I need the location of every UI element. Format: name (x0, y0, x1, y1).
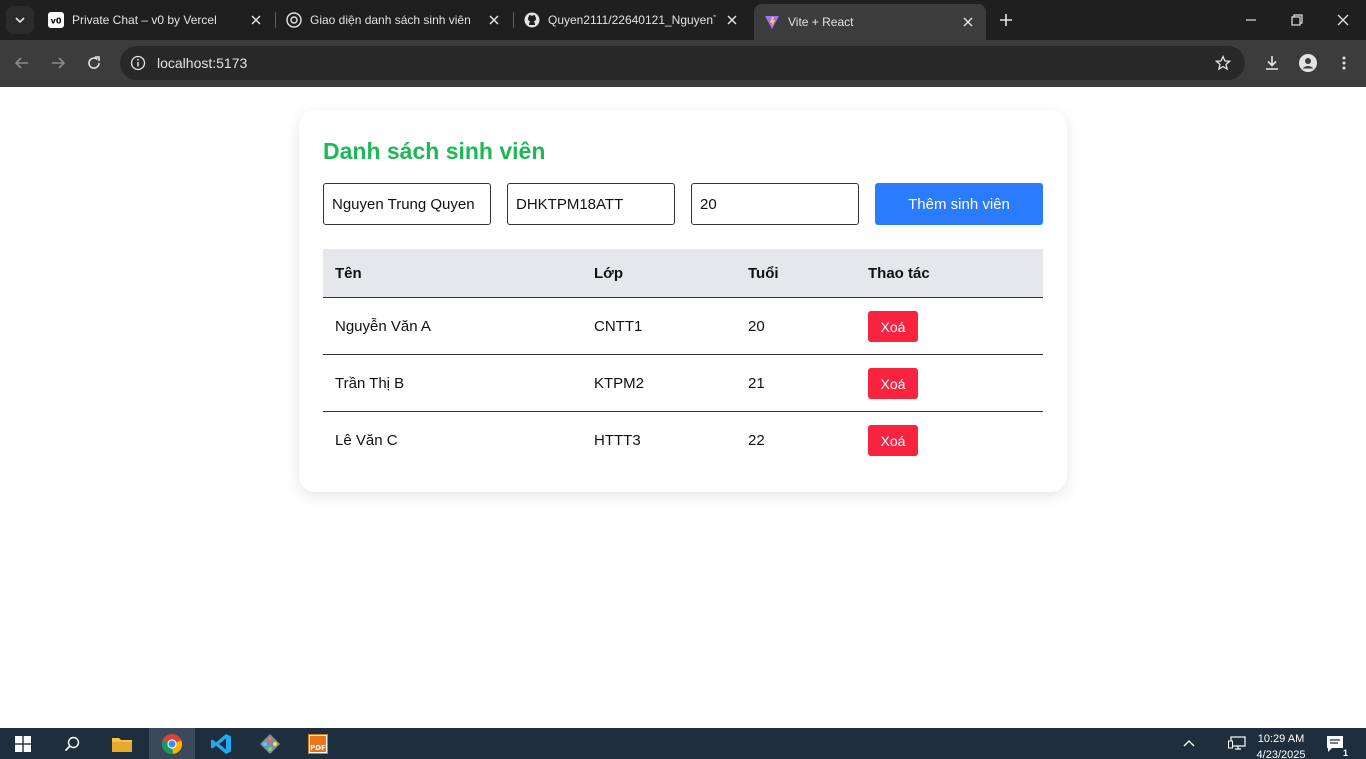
minimize-button[interactable] (1228, 0, 1274, 40)
tab-title: Vite + React (788, 15, 854, 29)
profile-button[interactable] (1294, 49, 1322, 77)
notification-icon (1327, 735, 1343, 752)
chatgpt-icon (286, 12, 302, 28)
delete-button[interactable]: Xoá (868, 425, 918, 456)
arrow-left-icon (14, 57, 28, 69)
tab-private-chat[interactable]: v0 Private Chat – v0 by Vercel (38, 4, 274, 36)
taskbar-chrome[interactable] (149, 728, 195, 759)
chevron-down-icon (15, 17, 25, 24)
svg-text:PDF: PDF (310, 744, 326, 752)
vite-icon (764, 14, 780, 30)
taskbar-file-explorer[interactable] (99, 728, 145, 759)
network-button[interactable] (1224, 728, 1250, 759)
cell-age: 21 (748, 375, 765, 392)
student-table: Tên Lớp Tuổi Thao tác Nguyễn Văn A CNTT1… (323, 249, 1043, 469)
student-list-card: Danh sách sinh viên Thêm sinh viên Tên L… (299, 110, 1067, 492)
more-vertical-icon (1342, 56, 1346, 70)
cell-class: HTTT3 (594, 432, 641, 449)
windows-taskbar: PDF 10:29 AM 4/23/2025 1 (0, 728, 1366, 759)
chrome-icon (161, 733, 183, 754)
url-text[interactable]: localhost:5173 (157, 55, 247, 71)
close-icon[interactable] (486, 12, 502, 28)
age-input[interactable] (691, 183, 859, 225)
tab-title: Private Chat – v0 by Vercel (72, 13, 217, 27)
browser-tab-strip: v0 Private Chat – v0 by Vercel Giao diện… (0, 0, 1366, 40)
pdf-icon: PDF (308, 733, 328, 754)
reload-icon (88, 56, 100, 69)
github-icon (524, 12, 540, 28)
downloads-button[interactable] (1258, 49, 1286, 77)
bookmark-star-icon[interactable] (1213, 53, 1233, 73)
table-row: Nguyễn Văn A CNTT1 20 Xoá (323, 298, 1043, 355)
tab-title: Quyen2111/22640121_NguyenT (548, 13, 716, 27)
tab-giao-dien[interactable]: Giao diện danh sách sinh viên (276, 4, 512, 36)
address-bar[interactable]: localhost:5173 (120, 46, 1245, 80)
close-icon[interactable] (724, 12, 740, 28)
forward-button[interactable] (43, 48, 73, 78)
header-age: Tuổi (748, 265, 779, 282)
header-name: Tên (335, 265, 362, 282)
tab-title: Giao diện danh sách sinh viên (310, 13, 471, 27)
taskbar-vscode[interactable] (198, 728, 244, 759)
restore-button[interactable] (1274, 0, 1320, 40)
v0-icon: v0 (48, 12, 64, 28)
clock-time: 10:29 AM (1257, 733, 1305, 745)
cell-age: 22 (748, 432, 765, 449)
taskbar-search-button[interactable] (49, 728, 95, 759)
reload-button[interactable] (79, 48, 109, 78)
arrow-right-icon (52, 57, 66, 69)
table-row: Lê Văn C HTTT3 22 Xoá (323, 412, 1043, 469)
tab-search-button[interactable] (6, 6, 34, 34)
start-button[interactable] (0, 728, 46, 759)
class-input[interactable] (507, 183, 675, 225)
cell-name: Trần Thị B (335, 375, 405, 392)
vscode-icon (211, 733, 231, 754)
back-button[interactable] (7, 48, 37, 78)
add-student-button[interactable]: Thêm sinh viên (875, 183, 1043, 225)
close-icon (1337, 14, 1349, 26)
network-icon (1228, 735, 1246, 750)
name-input[interactable] (323, 183, 491, 225)
page-title: Danh sách sinh viên (323, 138, 546, 164)
tab-github[interactable]: Quyen2111/22640121_NguyenT (514, 4, 750, 36)
close-icon[interactable] (960, 14, 976, 30)
profile-icon (1299, 54, 1317, 72)
delete-button[interactable]: Xoá (868, 368, 918, 399)
notification-count: 1 (1342, 748, 1348, 758)
git-app-icon (260, 733, 280, 754)
new-tab-button[interactable] (994, 8, 1018, 32)
cell-class: KTPM2 (594, 375, 645, 392)
restore-icon (1291, 14, 1303, 26)
close-window-button[interactable] (1320, 0, 1366, 40)
header-class: Lớp (594, 265, 623, 282)
svg-text:v0: v0 (51, 17, 62, 26)
clock-date: 4/23/2025 (1256, 749, 1306, 759)
header-actions: Thao tác (868, 265, 930, 282)
minimize-icon (1246, 19, 1256, 21)
tab-vite-react[interactable]: Vite + React (754, 4, 986, 40)
table-header: Tên Lớp Tuổi Thao tác (323, 249, 1043, 298)
taskbar-git-app[interactable] (247, 728, 293, 759)
browser-menu-button[interactable] (1330, 49, 1358, 77)
cell-name: Nguyễn Văn A (335, 318, 431, 335)
site-info-icon[interactable] (128, 53, 148, 73)
search-icon (64, 736, 80, 751)
plus-icon (1000, 14, 1012, 26)
taskbar-clock[interactable]: 10:29 AM 4/23/2025 (1248, 731, 1314, 759)
table-row: Trần Thị B KTPM2 21 Xoá (323, 355, 1043, 412)
download-icon (1266, 56, 1278, 70)
notification-button[interactable]: 1 (1320, 728, 1350, 759)
cell-class: CNTT1 (594, 318, 643, 335)
taskbar-pdf-app[interactable]: PDF (295, 728, 341, 759)
windows-icon (15, 735, 31, 752)
tray-overflow-button[interactable] (1176, 728, 1202, 759)
cell-name: Lê Văn C (335, 432, 398, 449)
cell-age: 20 (748, 318, 765, 335)
close-icon[interactable] (248, 12, 264, 28)
browser-toolbar: localhost:5173 (0, 40, 1366, 87)
chevron-up-icon (1183, 739, 1195, 746)
folder-icon (112, 737, 132, 752)
delete-button[interactable]: Xoá (868, 311, 918, 342)
